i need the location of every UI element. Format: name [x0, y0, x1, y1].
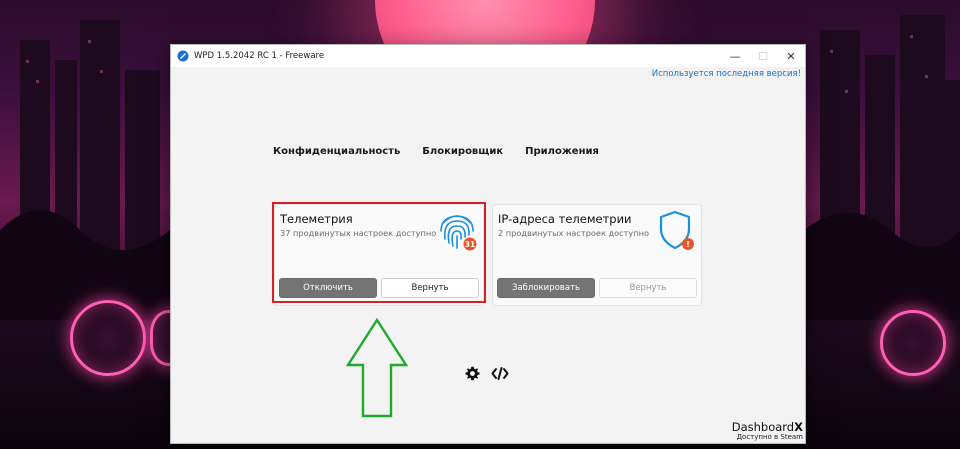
block-ip-button[interactable]: Заблокировать	[497, 278, 595, 298]
dashboardx-brand[interactable]: DashboardX Доступно в Steam	[732, 421, 803, 441]
wallpaper-gauge-right	[880, 310, 946, 376]
annotation-up-arrow	[346, 318, 408, 418]
code-icon[interactable]	[491, 366, 509, 381]
main-nav: Конфиденциальность Блокировщик Приложени…	[273, 146, 599, 157]
card-subtitle: 37 продвинутых настроек доступно	[280, 228, 437, 238]
window-controls: — ☐ ✕	[721, 45, 805, 67]
card-title: Телеметрия	[280, 212, 353, 226]
title-bar[interactable]: WPD 1.5.2042 RC 1 - Freeware — ☐ ✕	[171, 45, 805, 67]
card-title: IP-адреса телеметрии	[498, 212, 632, 226]
card-subtitle: 2 продвинутых настроек доступно	[498, 228, 649, 238]
close-button[interactable]: ✕	[777, 45, 805, 67]
telemetry-card: Телеметрия 37 продвинутых настроек досту…	[274, 204, 484, 306]
version-status-link[interactable]: Используется последняя версия!	[652, 69, 801, 79]
brand-subtitle: Доступно в Steam	[736, 433, 803, 441]
window-title: WPD 1.5.2042 RC 1 - Freeware	[194, 51, 325, 61]
shield-alert-icon: !	[659, 210, 694, 250]
maximize-button[interactable]: ☐	[749, 45, 777, 67]
restore-telemetry-button[interactable]: Вернуть	[381, 278, 479, 298]
ip-alert-badge: !	[686, 240, 690, 249]
fingerprint-icon: 31	[440, 215, 477, 251]
desktop-wallpaper: WPD 1.5.2042 RC 1 - Freeware — ☐ ✕ Испол…	[0, 0, 960, 449]
brand-name: DashboardX	[731, 420, 803, 434]
minimize-button[interactable]: —	[721, 45, 749, 67]
telemetry-badge: 31	[465, 240, 475, 249]
nav-item-privacy[interactable]: Конфиденциальность	[273, 146, 400, 157]
telemetry-ip-card: IP-адреса телеметрии 2 продвинутых настр…	[492, 204, 702, 306]
disable-telemetry-button[interactable]: Отключить	[279, 278, 377, 298]
nav-item-blocker[interactable]: Блокировщик	[422, 146, 503, 157]
app-logo-icon	[177, 50, 189, 62]
wallpaper-gauge-left	[70, 300, 146, 376]
restore-ip-button[interactable]: Вернуть	[599, 278, 697, 298]
nav-item-apps[interactable]: Приложения	[525, 146, 599, 157]
gear-icon[interactable]	[465, 366, 480, 381]
app-window: WPD 1.5.2042 RC 1 - Freeware — ☐ ✕ Испол…	[170, 44, 806, 444]
